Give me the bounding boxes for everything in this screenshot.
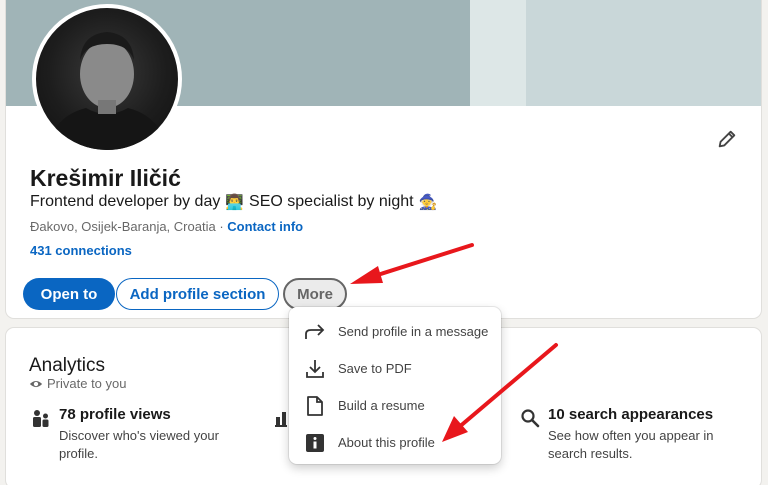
cover-stripe xyxy=(526,0,761,106)
profile-location: Đakovo, Osijek-Baranja, Croatia · Contac… xyxy=(30,219,303,234)
document-icon xyxy=(304,395,326,417)
open-to-button[interactable]: Open to xyxy=(23,278,115,310)
more-dropdown-menu: Send profile in a message Save to PDF Bu… xyxy=(289,307,501,464)
private-notice: Private to you xyxy=(29,376,127,391)
more-button[interactable]: More xyxy=(283,278,347,310)
connections-link[interactable]: 431 connections xyxy=(30,243,132,258)
menu-item-build-resume[interactable]: Build a resume xyxy=(289,387,501,424)
search-icon xyxy=(521,409,540,428)
location-separator: · xyxy=(215,219,228,234)
share-arrow-icon xyxy=(304,321,326,343)
menu-item-label: Send profile in a message xyxy=(338,324,489,339)
add-profile-section-button[interactable]: Add profile section xyxy=(116,278,279,310)
people-icon xyxy=(33,410,49,427)
menu-item-label: Build a resume xyxy=(338,398,425,413)
menu-item-label: About this profile xyxy=(338,435,435,450)
private-text: Private to you xyxy=(47,376,127,391)
technologist-emoji-icon: 👨‍💻 xyxy=(225,193,245,211)
menu-item-send-profile[interactable]: Send profile in a message xyxy=(289,313,501,350)
location-text: Đakovo, Osijek-Baranja, Croatia xyxy=(30,219,216,234)
stat-description: See how often you appear in search resul… xyxy=(548,428,714,461)
profile-name: Krešimir Iličić xyxy=(30,165,181,191)
analytics-title: Analytics xyxy=(29,355,106,376)
profile-card: Krešimir Iličić Frontend developer by da… xyxy=(6,0,761,318)
eye-icon xyxy=(29,380,43,387)
stat-title: 10 search appearances xyxy=(548,406,714,423)
cover-stripe xyxy=(470,0,526,106)
download-icon xyxy=(304,358,326,380)
menu-item-about-profile[interactable]: About this profile xyxy=(289,424,501,461)
info-icon xyxy=(304,432,326,454)
headline-text: SEO specialist by night xyxy=(249,193,414,210)
contact-info-link[interactable]: Contact info xyxy=(227,219,303,234)
edit-profile-button[interactable] xyxy=(710,122,744,156)
stat-title: 78 profile views xyxy=(59,406,171,423)
pencil-icon xyxy=(718,130,736,148)
mage-emoji-icon: 🧙 xyxy=(418,193,438,211)
menu-item-save-pdf[interactable]: Save to PDF xyxy=(289,350,501,387)
stat-description: Discover who's viewed your profile. xyxy=(59,428,219,461)
menu-item-label: Save to PDF xyxy=(338,361,412,376)
profile-headline: Frontend developer by day 👨‍💻 SEO specia… xyxy=(30,193,437,211)
headline-text: Frontend developer by day xyxy=(30,193,221,210)
avatar-photo xyxy=(46,32,168,150)
avatar[interactable] xyxy=(32,4,182,154)
